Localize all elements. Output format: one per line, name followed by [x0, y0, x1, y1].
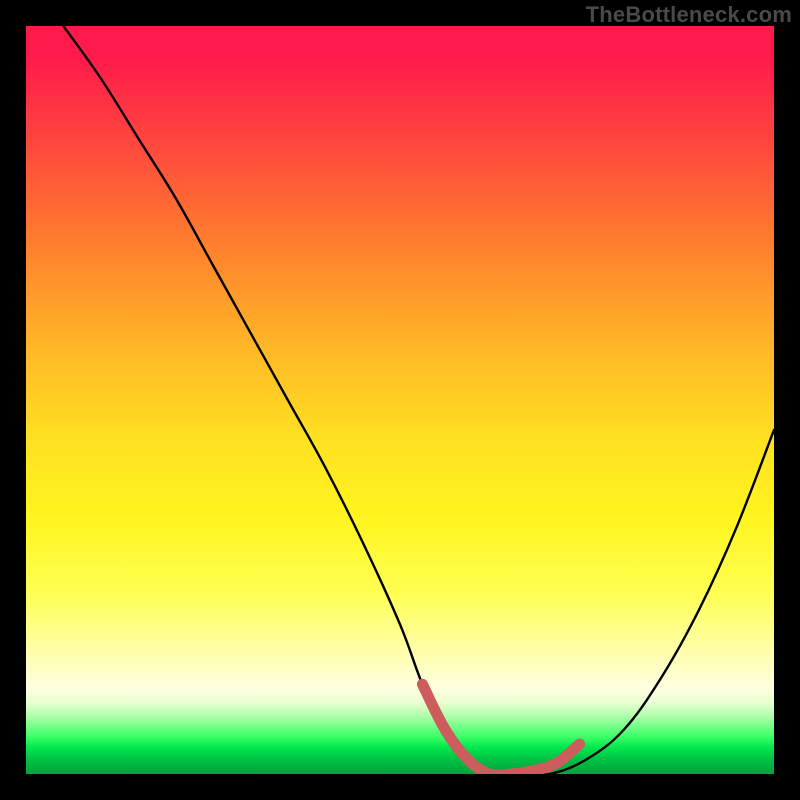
watermark-text: TheBottleneck.com — [586, 2, 792, 28]
bottleneck-curve — [63, 26, 774, 774]
plot-area — [26, 26, 774, 774]
curve-layer — [26, 26, 774, 774]
optimal-range-highlight — [422, 684, 579, 774]
chart-stage: TheBottleneck.com — [0, 0, 800, 800]
